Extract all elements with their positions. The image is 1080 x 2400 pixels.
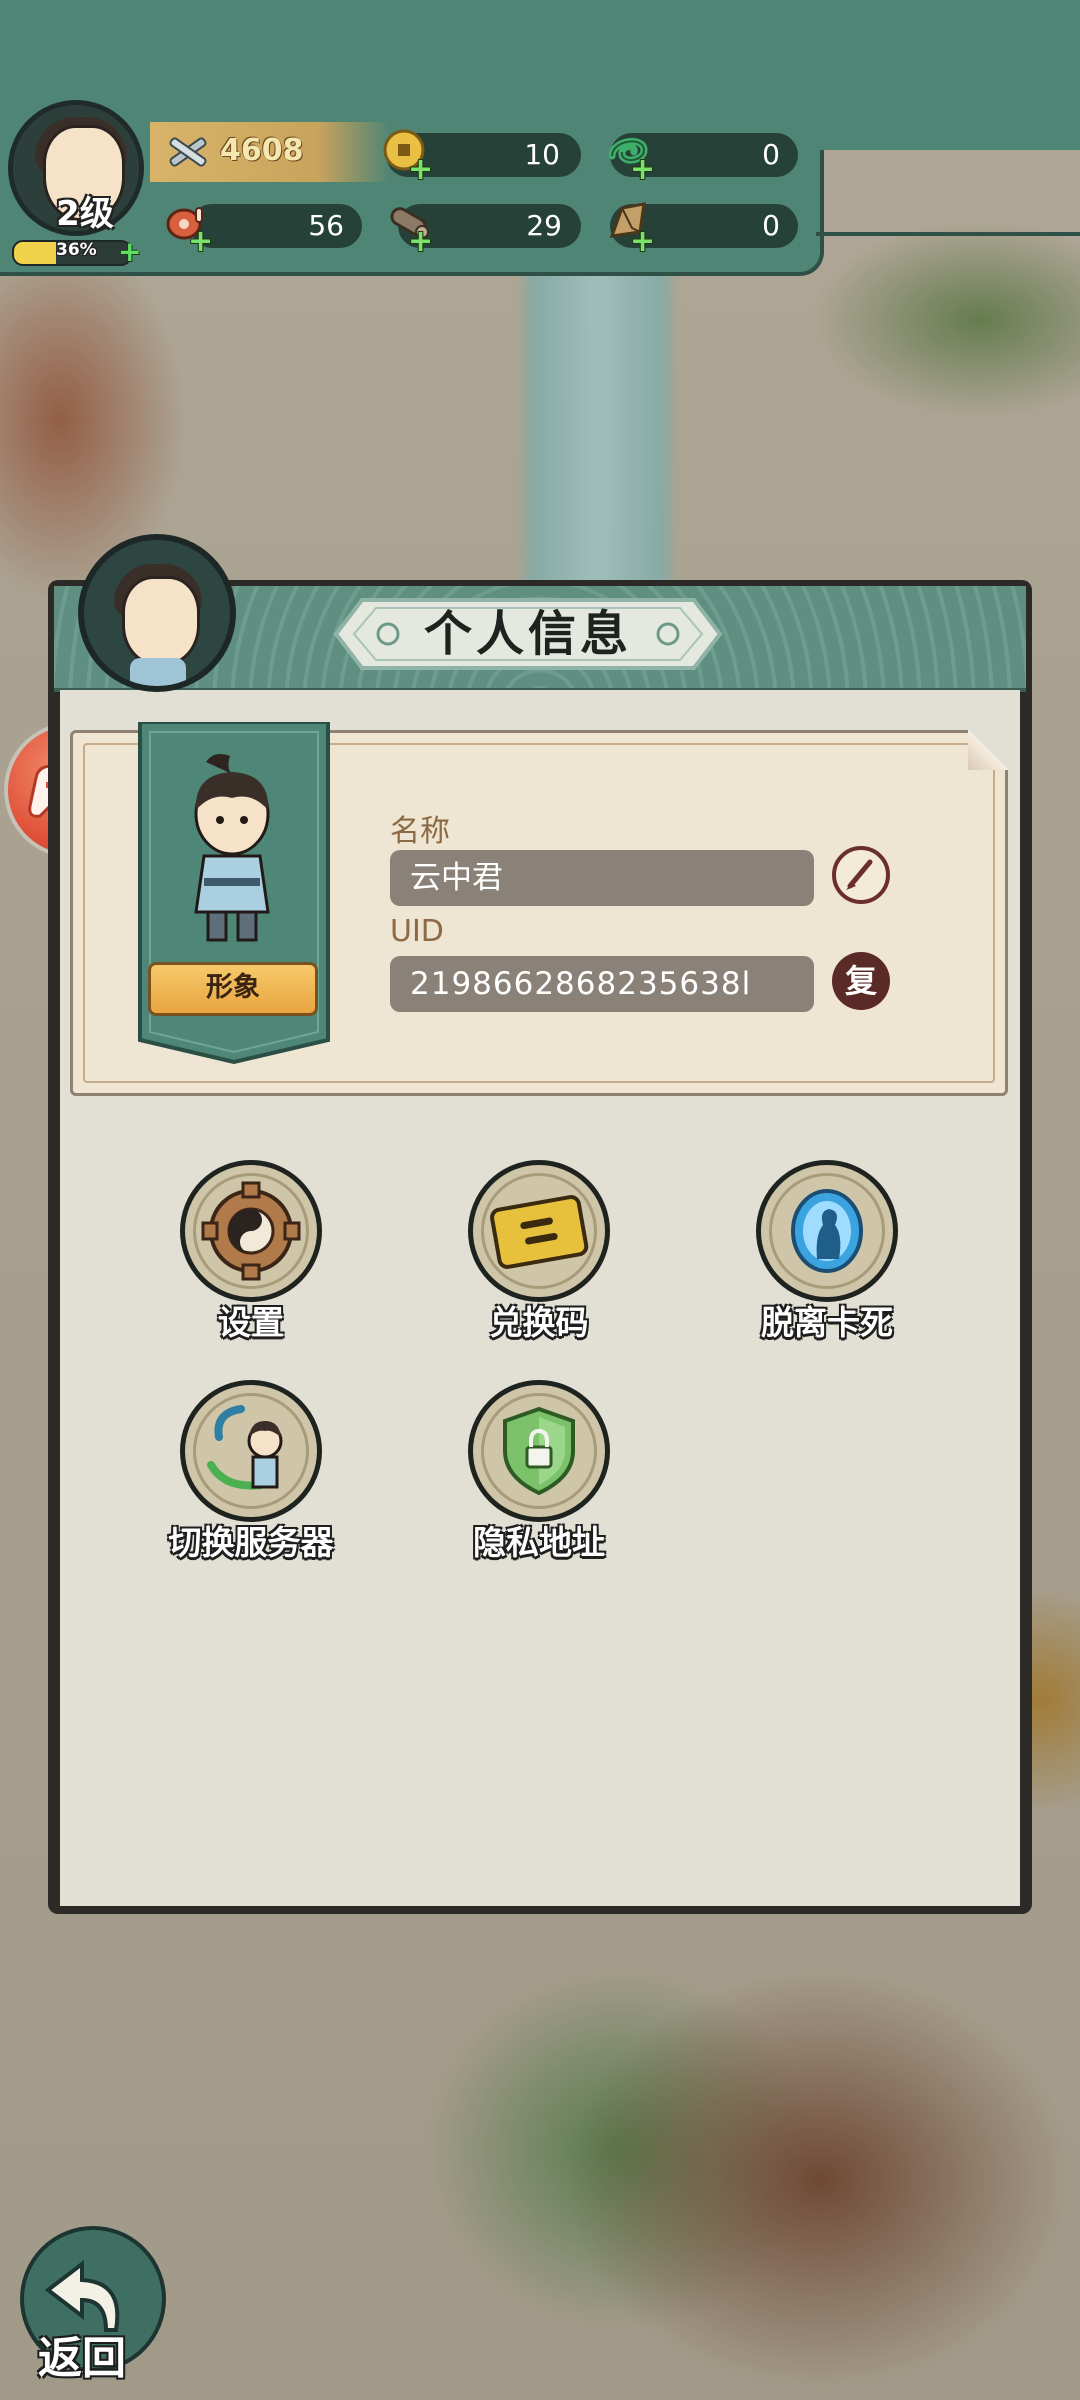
add-jade-plus-icon[interactable]: + bbox=[630, 155, 655, 185]
name-label: 名称 bbox=[390, 814, 450, 849]
menu-unstuck[interactable]: 脱离卡死 bbox=[712, 1160, 942, 1344]
name-field: 云中君 bbox=[390, 850, 814, 906]
add-copper-plus-icon[interactable]: + bbox=[408, 155, 433, 185]
brush-edit-icon bbox=[846, 859, 873, 890]
menu-settings[interactable]: 设置 bbox=[136, 1160, 366, 1344]
copy-uid-button[interactable]: 复 bbox=[832, 952, 890, 1010]
xp-percent: 36% bbox=[56, 240, 97, 260]
menu-redeem-code-label: 兑换码 bbox=[489, 1303, 589, 1342]
stone-value: 0 bbox=[762, 209, 780, 242]
add-meat-plus-icon[interactable]: + bbox=[188, 227, 213, 257]
uid-label: UID bbox=[390, 914, 444, 949]
combat-power-value: 4608 bbox=[220, 133, 304, 168]
redeem-code-icon bbox=[490, 1195, 589, 1269]
meat-value: 56 bbox=[308, 209, 344, 242]
menu-privacy[interactable]: 隐私地址 bbox=[424, 1380, 654, 1564]
menu-switch-server-label: 切换服务器 bbox=[168, 1523, 334, 1562]
appearance-button[interactable]: 形象 bbox=[148, 962, 318, 1016]
back-label: 返回 bbox=[38, 2333, 126, 2384]
crossed-swords-icon bbox=[169, 137, 207, 167]
xp-plus-icon[interactable]: + bbox=[118, 238, 142, 266]
settings-gear-icon bbox=[201, 1181, 301, 1281]
profile-avatar bbox=[78, 534, 236, 692]
uid-field: 2198662868235638l bbox=[390, 956, 814, 1012]
menu-privacy-label: 隐私地址 bbox=[473, 1523, 605, 1562]
add-stone-plus-icon[interactable]: + bbox=[630, 227, 655, 257]
menu-settings-label: 设置 bbox=[218, 1303, 284, 1342]
player-level: 2级 bbox=[56, 194, 114, 234]
edit-name-button[interactable] bbox=[832, 846, 890, 904]
jade-dragon-value: 0 bbox=[762, 138, 780, 171]
menu-switch-server[interactable]: 切换服务器 bbox=[136, 1380, 366, 1564]
copper-coin-value: 10 bbox=[524, 138, 560, 171]
switch-server-icon bbox=[207, 1405, 283, 1490]
privacy-shield-icon bbox=[503, 1406, 575, 1496]
unstuck-portal-icon bbox=[791, 1189, 863, 1273]
wood-value: 29 bbox=[526, 209, 562, 242]
menu-redeem-code[interactable]: 兑换码 bbox=[424, 1160, 654, 1344]
panel-title: 个人信息 bbox=[423, 606, 632, 662]
add-wood-plus-icon[interactable]: + bbox=[408, 227, 433, 257]
menu-unstuck-label: 脱离卡死 bbox=[761, 1303, 893, 1342]
character-figure bbox=[194, 754, 270, 942]
